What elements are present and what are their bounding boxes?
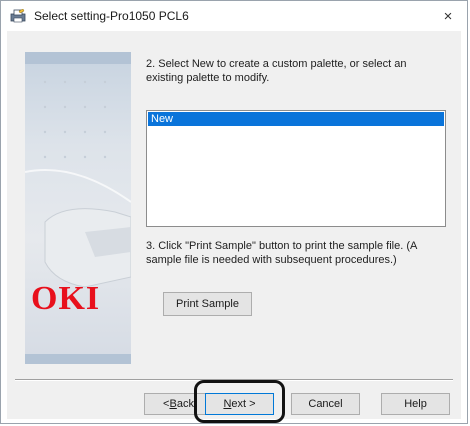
palette-listbox[interactable]: New [146,110,446,227]
close-icon: × [443,7,453,25]
window-title: Select setting-Pro1050 PCL6 [34,9,189,23]
wizard-side-banner: OKI [25,52,131,364]
dialog-body: OKI 2. Select New to create a custom pal… [7,31,461,423]
title-bar[interactable]: Select setting-Pro1050 PCL6 × [1,1,467,31]
palette-list-item-new[interactable]: New [148,112,444,126]
select-setting-dialog: Select setting-Pro1050 PCL6 × OKI 2. Sel… [0,0,468,424]
printer-settings-icon [10,8,26,23]
help-button[interactable]: Help [381,393,450,415]
close-button[interactable]: × [437,5,459,27]
back-label-rest: ack [176,398,194,410]
next-label-rest: ext > [231,398,256,410]
button-separator [15,379,453,381]
cancel-button[interactable]: Cancel [291,393,360,415]
next-accelerator: N [223,398,232,410]
back-button[interactable]: < Back [144,393,213,415]
print-sample-button[interactable]: Print Sample [163,292,252,316]
step2-instruction: 2. Select New to create a custom palette… [146,58,407,84]
oki-logo: OKI [31,280,101,317]
banner-printer-graphic [25,80,131,288]
back-accelerator: B [169,398,177,410]
next-button[interactable]: Next > [205,393,274,415]
step3-instruction: 3. Click "Print Sample" button to print … [146,240,417,266]
banner-bottom-band [25,354,131,364]
